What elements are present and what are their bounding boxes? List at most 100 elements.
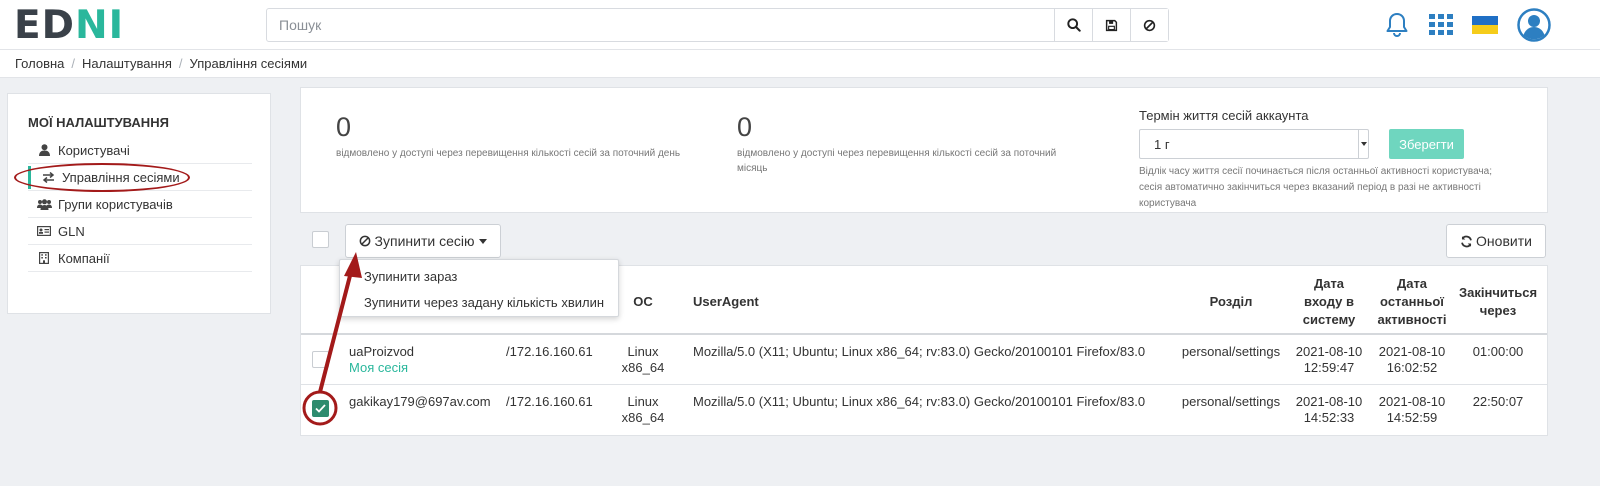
monthly-denied-count: 0	[737, 112, 753, 142]
save-search-button[interactable]	[1092, 9, 1130, 41]
refresh-icon	[1461, 235, 1472, 247]
sidebar-item-gln[interactable]: GLN	[28, 218, 252, 245]
search-button[interactable]	[1054, 9, 1092, 41]
row-login-date: 2021-08-10 14:52:33	[1289, 394, 1369, 426]
sidebar-item-users[interactable]: Користувачі	[28, 137, 252, 164]
header-login-date: Дата входу в систему	[1289, 275, 1369, 329]
header-text: Дата	[1313, 276, 1345, 291]
language-button[interactable]	[1470, 0, 1500, 50]
row-divider	[301, 384, 1547, 385]
date-text: 2021-08-10	[1378, 344, 1446, 359]
time-text: 14:52:33	[1303, 410, 1355, 425]
row-os: Linux x86_64	[618, 394, 668, 426]
edin-logo[interactable]: EDNI	[14, 2, 124, 48]
stop-session-button[interactable]: Зупинити сесію	[345, 224, 501, 258]
sidebar-item-user-groups[interactable]: Групи користувачів	[28, 191, 252, 218]
header-expires-in: Закінчиться через	[1456, 284, 1540, 320]
header-text: активності	[1377, 312, 1447, 327]
session-lifetime-select[interactable]: 1 г	[1139, 129, 1369, 159]
row-checkbox-checked[interactable]	[312, 400, 329, 417]
breadcrumb-settings[interactable]: Налаштування	[82, 56, 172, 71]
breadcrumb: Головна / Налаштування / Управління сесі…	[0, 50, 1600, 78]
caret-down-icon	[479, 238, 488, 244]
daily-denied-label: відмовлено у доступі через перевищення к…	[336, 148, 681, 159]
ban-icon	[359, 235, 370, 247]
row-section: personal/settings	[1181, 344, 1281, 359]
settings-sidebar: МОЇ НАЛАШТУВАННЯ Користувачі Управління …	[7, 93, 271, 314]
refresh-label: Оновити	[1476, 233, 1532, 249]
daily-denied-count: 0	[336, 112, 352, 142]
time-text: 12:59:47	[1303, 360, 1355, 375]
bell-icon	[1386, 13, 1408, 37]
save-button[interactable]: Зберегти	[1389, 129, 1464, 159]
note-line: сесія автоматично закінчиться через вказ…	[1139, 182, 1481, 193]
sidebar-item-label: Компанії	[58, 250, 110, 266]
header-text: систему	[1302, 312, 1356, 327]
row-expires-in: 22:50:07	[1472, 394, 1524, 409]
os-text: Linux	[627, 344, 659, 359]
ban-icon	[1143, 19, 1156, 31]
row-os: Linux x86_64	[618, 344, 668, 376]
header-divider	[301, 333, 1547, 335]
row-username: gakikay179@697av.com	[349, 394, 491, 409]
user-menu-button[interactable]	[1515, 0, 1553, 50]
stop-session-label: Зупинити сесію	[374, 233, 475, 249]
header-text: входу в	[1304, 294, 1354, 309]
session-lifetime-value: 1 г	[1154, 136, 1170, 152]
header-os: ОС	[633, 294, 653, 309]
logo-letter-n: N	[75, 2, 109, 48]
note-line: користувача	[1139, 198, 1197, 209]
header-text: останньої	[1380, 294, 1444, 309]
breadcrumb-home[interactable]: Головна	[15, 56, 64, 71]
save-icon	[1105, 19, 1118, 31]
row-checkbox[interactable]	[312, 351, 329, 368]
session-stats-panel: 0 відмовлено у доступі через перевищення…	[300, 87, 1548, 213]
users-icon	[36, 198, 52, 210]
sidebar-item-session-management[interactable]: Управління сесіями	[28, 164, 252, 191]
search-input[interactable]	[267, 9, 1054, 41]
sidebar-title: МОЇ НАЛАШТУВАННЯ	[28, 115, 169, 130]
row-user: uaProizvod Моя сесія	[349, 344, 414, 376]
dropdown-item-stop-now[interactable]: Зупинити зараз	[340, 263, 618, 289]
time-text: 16:02:52	[1386, 360, 1438, 375]
user-avatar-icon	[1517, 8, 1551, 42]
row-login-date: 2021-08-10 12:59:47	[1289, 344, 1369, 376]
id-card-icon	[36, 226, 52, 236]
time-text: 14:52:59	[1386, 410, 1438, 425]
note-line: Відлік часу життя сесії починається післ…	[1139, 166, 1492, 177]
os-text: Linux	[627, 394, 659, 409]
row-useragent: Mozilla/5.0 (X11; Ubuntu; Linux x86_64; …	[693, 394, 1146, 409]
apps-grid-icon	[1429, 14, 1453, 35]
search-bar	[266, 8, 1169, 42]
notifications-button[interactable]	[1382, 0, 1412, 50]
row-ip: /172.16.160.61	[506, 344, 593, 359]
session-lifetime-block: Термін життя сесій аккаунта 1 г Зберегти…	[1139, 108, 1519, 212]
dropdown-item-stop-after-minutes[interactable]: Зупинити через задану кількість хвилин	[340, 289, 618, 315]
header-useragent: UserAgent	[693, 294, 759, 309]
sidebar-item-label: Користувачі	[58, 142, 130, 158]
search-icon	[1066, 18, 1081, 32]
row-last-activity: 2021-08-10 14:52:59	[1371, 394, 1453, 426]
sidebar-menu: Користувачі Управління сесіями Групи кор…	[28, 137, 252, 272]
exchange-icon	[40, 171, 56, 183]
monthly-denied-stat: 0 відмовлено у доступі через перевищення…	[737, 112, 1056, 176]
date-text: 2021-08-10	[1378, 394, 1446, 409]
check-icon	[315, 404, 326, 413]
breadcrumb-separator: /	[178, 56, 183, 71]
logo-letter-e: E	[14, 2, 42, 48]
clear-search-button[interactable]	[1130, 9, 1168, 41]
sidebar-item-label: Управління сесіями	[62, 169, 180, 185]
row-user: gakikay179@697av.com	[349, 394, 491, 410]
building-icon	[36, 252, 52, 264]
select-all-checkbox[interactable]	[312, 231, 329, 248]
caret-down-icon	[1358, 130, 1368, 158]
top-bar: EDNI	[0, 0, 1600, 50]
sidebar-item-companies[interactable]: Компанії	[28, 245, 252, 272]
os-text: x86_64	[621, 360, 665, 375]
monthly-denied-label: відмовлено у доступі через перевищення к…	[737, 146, 1056, 176]
apps-button[interactable]	[1427, 0, 1455, 50]
stop-session-dropdown: Зупинити зараз Зупинити через задану кіл…	[339, 259, 619, 317]
date-text: 2021-08-10	[1295, 344, 1363, 359]
header-text: Дата	[1396, 276, 1428, 291]
refresh-button[interactable]: Оновити	[1446, 224, 1546, 258]
